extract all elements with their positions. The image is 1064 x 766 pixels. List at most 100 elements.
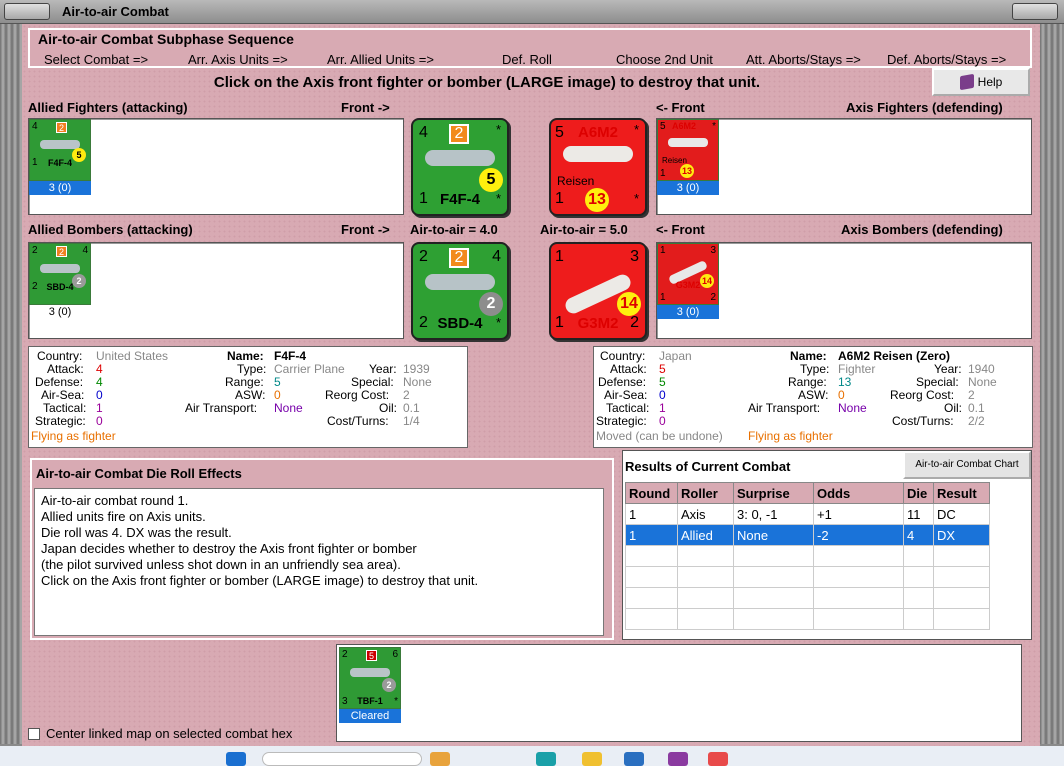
special-mark: *	[712, 121, 716, 132]
air-value: 13	[680, 164, 694, 178]
unit-name: A6M2	[672, 121, 697, 131]
type-label: Type:	[237, 362, 267, 376]
range-label: Range:	[225, 375, 264, 389]
tactical-label: Tactical:	[606, 401, 650, 415]
cell-odds: -2	[813, 524, 904, 546]
cleared-unit-counter[interactable]: 2 5 6 2 3 TBF-1 *	[339, 647, 401, 709]
col-die[interactable]: Die	[903, 482, 934, 504]
unit-status-bar: Cleared	[339, 709, 401, 723]
subphase-sequence: Air-to-air Combat Subphase Sequence Sele…	[28, 28, 1032, 68]
step-arr-axis: Arr. Axis Units =>	[188, 52, 288, 67]
effects-title: Air-to-air Combat Die Roll Effects	[36, 466, 242, 481]
widget-icon[interactable]	[430, 752, 450, 766]
col-round[interactable]: Round	[625, 482, 678, 504]
step-def-aborts: Def. Aborts/Stays =>	[887, 52, 1007, 67]
checkbox-box[interactable]	[28, 727, 40, 740]
defense-value: 4	[96, 375, 103, 389]
defense-label: Defense:	[35, 375, 84, 389]
reorg-value: 2	[403, 388, 410, 402]
range-value: 5	[274, 375, 281, 389]
col-result[interactable]: Result	[933, 482, 990, 504]
strategic-label: Strategic:	[35, 414, 86, 428]
cell-die: 4	[903, 524, 934, 546]
attack-label: Attack:	[610, 362, 647, 376]
asw-value: 0	[838, 388, 845, 402]
table-row[interactable]: 1 Axis 3: 0, -1 +1 11 DC	[625, 503, 990, 525]
attack-value: 4	[96, 362, 103, 376]
cleared-units-panel[interactable]: 2 5 6 2 3 TBF-1 * Cleared	[336, 644, 1022, 742]
year-value: 1939	[403, 362, 430, 376]
center-map-checkbox[interactable]: Center linked map on selected combat hex	[28, 726, 292, 741]
range-tag: 2	[449, 124, 469, 144]
unit-name: SBD-4	[46, 282, 74, 292]
sequence-title: Air-to-air Combat Subphase Sequence	[38, 31, 294, 47]
allied-fighters-panel[interactable]: 4 2 5 1 F4F-4 3 (0)	[28, 118, 404, 215]
strategic-label: Strategic:	[596, 414, 647, 428]
browser-icon[interactable]	[536, 752, 556, 766]
defense-value: 3	[630, 248, 639, 265]
plane-icon	[350, 668, 390, 677]
range-label: Range:	[788, 375, 827, 389]
range-tag: 2	[56, 122, 67, 133]
tactical-label: Tactical:	[43, 401, 87, 415]
step-choose-2nd: Choose 2nd Unit	[616, 52, 713, 67]
attack-value: 1	[660, 245, 666, 256]
country-value: United States	[96, 349, 169, 363]
allied-front-bomber[interactable]: 2 2 4 2 2 SBD-4 *	[411, 242, 509, 340]
effects-line: Allied units fire on Axis units.	[41, 509, 206, 524]
help-button[interactable]: Help	[932, 68, 1030, 96]
oil-label: Oil:	[379, 401, 397, 415]
col-odds[interactable]: Odds	[813, 482, 904, 504]
allied-bombers-panel[interactable]: 2 2 4 2 2 SBD-4 3 (0)	[28, 242, 404, 339]
axis-bombers-panel[interactable]: 1 3 14 1 G3M2 2 3 (0)	[656, 242, 1032, 339]
allied-front-fighter[interactable]: 4 2 * 5 1 F4F-4 *	[411, 118, 509, 216]
range-tag: 2	[449, 248, 469, 268]
cell-die: 11	[903, 503, 934, 525]
empty-row	[625, 608, 990, 630]
allied-bomber-counter[interactable]: 2 2 4 2 2 SBD-4	[29, 243, 91, 305]
flying-status: Flying as fighter	[31, 429, 116, 443]
front-right-label-2: Front ->	[341, 222, 390, 237]
axis-front-fighter[interactable]: 5 A6M2 * Reisen 13 1 *	[549, 118, 647, 216]
attack-value: 2	[32, 245, 38, 256]
combat-chart-button[interactable]: Air-to-air Combat Chart	[903, 451, 1031, 479]
col-surprise[interactable]: Surprise	[733, 482, 814, 504]
table-row-selected[interactable]: 1 Allied None -2 4 DX	[625, 524, 990, 546]
defense-value: 5	[659, 375, 666, 389]
axis-fighters-panel[interactable]: 5 A6M2 * Reisen 13 1 3 (0)	[656, 118, 1032, 215]
type-value: Carrier Plane	[274, 362, 345, 376]
start-icon[interactable]	[226, 752, 246, 766]
airtransport-label: Air Transport:	[185, 401, 258, 415]
asw-label: ASW:	[798, 388, 829, 402]
empty-row	[625, 545, 990, 567]
special-mark: *	[394, 696, 398, 707]
name-label: Name:	[790, 349, 827, 363]
axis-front-bomber[interactable]: 1 3 14 1 G3M2 2	[549, 242, 647, 340]
results-header-row: Round Roller Surprise Odds Die Result	[625, 482, 990, 504]
asw-label: ASW:	[235, 388, 266, 402]
results-table: Round Roller Surprise Odds Die Result 1 …	[625, 482, 990, 630]
airsea-value: 0	[659, 388, 666, 402]
search-box[interactable]	[262, 752, 422, 766]
window-title: Air-to-air Combat	[62, 4, 169, 19]
plane-icon	[668, 138, 708, 147]
country-label: Country:	[600, 349, 646, 363]
airtransport-label: Air Transport:	[748, 401, 821, 415]
window-menu-button[interactable]	[4, 3, 50, 20]
axis-bomber-counter[interactable]: 1 3 14 1 G3M2 2	[657, 243, 719, 305]
col-roller[interactable]: Roller	[677, 482, 734, 504]
store-icon[interactable]	[624, 752, 644, 766]
cell-roller: Allied	[677, 524, 734, 546]
moved-status: Moved (can be undone)	[596, 429, 723, 443]
axis-fighter-counter[interactable]: 5 A6M2 * Reisen 13 1	[657, 119, 719, 181]
app-icon[interactable]	[708, 752, 728, 766]
attack-value: 1	[555, 248, 564, 265]
left-frame	[0, 24, 22, 744]
allied-fighter-counter[interactable]: 4 2 5 1 F4F-4	[29, 119, 91, 181]
game-icon[interactable]	[668, 752, 688, 766]
unit-status-bar: 3 (0)	[657, 181, 719, 195]
attack-value: 4	[419, 124, 428, 141]
close-button[interactable]	[1012, 3, 1058, 20]
cost-label: Cost/Turns:	[892, 414, 954, 428]
folder-icon[interactable]	[582, 752, 602, 766]
